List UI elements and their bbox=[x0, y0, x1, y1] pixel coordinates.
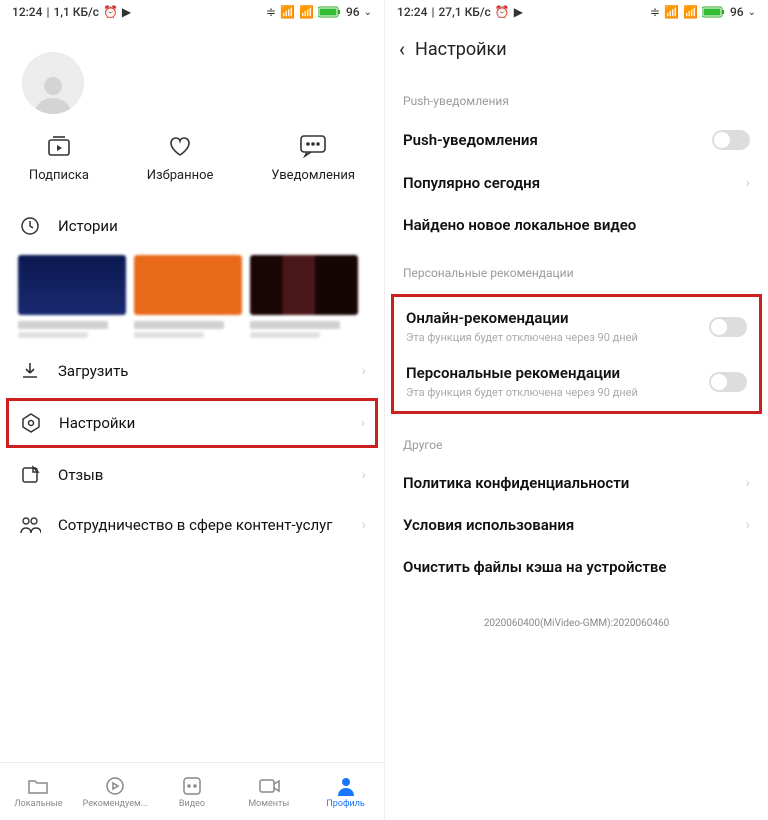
notifications-action[interactable]: Уведомления bbox=[271, 132, 355, 183]
alarm-icon: ⏰ bbox=[103, 5, 118, 19]
tab-profile[interactable]: Профиль bbox=[307, 763, 384, 820]
chevron-right-icon: › bbox=[362, 467, 366, 483]
status-bar-2: 12:24 | 27,1 КБ/с ⏰ ▶ ≑ 📶 📶 96 ⌄ bbox=[385, 0, 768, 24]
profile-screen: 12:24 | 1,1 КБ/с ⏰ ▶ ≑ 📶 📶 96 ⌄ Подписка… bbox=[0, 0, 384, 820]
favorites-label: Избранное bbox=[147, 168, 214, 183]
expand-icon: ⌄ bbox=[748, 7, 756, 18]
status-time: 12:24 bbox=[12, 5, 42, 19]
page-title: Настройки bbox=[415, 39, 507, 60]
settings-icon bbox=[19, 413, 43, 433]
tab-local[interactable]: Локальные bbox=[0, 763, 77, 820]
chevron-right-icon: › bbox=[746, 475, 750, 491]
youtube-icon: ▶ bbox=[514, 5, 523, 19]
youtube-icon: ▶ bbox=[122, 5, 131, 19]
wifi-icon: ≑ bbox=[650, 5, 660, 19]
status-time: 12:24 bbox=[397, 5, 427, 19]
settings-header: ‹ Настройки bbox=[385, 24, 768, 74]
history-row[interactable]: Истории bbox=[0, 201, 384, 251]
battery-pct: 96 bbox=[730, 5, 744, 19]
online-toggle[interactable] bbox=[709, 317, 747, 337]
settings-screen: 12:24 | 27,1 КБ/с ⏰ ▶ ≑ 📶 📶 96 ⌄ ‹ Настр… bbox=[384, 0, 768, 820]
subscribe-label: Подписка bbox=[29, 168, 89, 183]
avatar[interactable] bbox=[22, 52, 84, 114]
found-row[interactable]: Найдено новое локальное видео bbox=[385, 204, 768, 246]
section-push: Push-уведомления bbox=[385, 74, 768, 118]
history-thumbs bbox=[0, 251, 384, 346]
tab-moments[interactable]: Моменты bbox=[230, 763, 307, 820]
heart-icon bbox=[166, 132, 194, 160]
net-speed: 27,1 КБ/с bbox=[438, 5, 490, 19]
privacy-row[interactable]: Политика конфиденциальности › bbox=[385, 462, 768, 504]
subscribe-action[interactable]: Подписка bbox=[29, 132, 89, 183]
section-other: Другое bbox=[385, 418, 768, 462]
cache-row[interactable]: Очистить файлы кэша на устройстве bbox=[385, 546, 768, 588]
tab-recommend[interactable]: Рекомендуем... bbox=[77, 763, 154, 820]
signal-icon-2: 📶 bbox=[683, 5, 698, 19]
favorites-action[interactable]: Избранное bbox=[147, 132, 214, 183]
clock-icon bbox=[18, 216, 42, 236]
push-toggle[interactable] bbox=[712, 130, 750, 150]
thumb-3[interactable] bbox=[250, 255, 358, 338]
section-personal: Персональные рекомендации bbox=[385, 246, 768, 290]
folder-icon bbox=[27, 775, 49, 797]
subscribe-icon bbox=[45, 132, 73, 160]
alarm-icon: ⏰ bbox=[495, 5, 510, 19]
tab-video[interactable]: Видео bbox=[154, 763, 231, 820]
notifications-label: Уведомления bbox=[271, 168, 355, 183]
back-icon[interactable]: ‹ bbox=[399, 37, 405, 61]
online-rec-row[interactable]: Онлайн-рекомендации Эта функция будет от… bbox=[394, 299, 759, 354]
personal-toggle[interactable] bbox=[709, 372, 747, 392]
popular-row[interactable]: Популярно сегодня › bbox=[385, 162, 768, 204]
wifi-icon: ≑ bbox=[266, 5, 276, 19]
expand-icon: ⌄ bbox=[364, 7, 372, 18]
signal-icon: 📶 bbox=[280, 5, 295, 19]
user-icon bbox=[337, 775, 355, 797]
feedback-icon bbox=[18, 465, 42, 485]
signal-icon-2: 📶 bbox=[299, 5, 314, 19]
push-row[interactable]: Push-уведомления bbox=[385, 118, 768, 162]
battery-icon bbox=[702, 6, 726, 18]
net-speed: 1,1 КБ/с bbox=[53, 5, 99, 19]
highlight-box: Онлайн-рекомендации Эта функция будет от… bbox=[391, 294, 762, 414]
chevron-right-icon: › bbox=[362, 363, 366, 379]
battery-icon bbox=[318, 6, 342, 18]
battery-pct: 96 bbox=[346, 5, 360, 19]
terms-row[interactable]: Условия использования › bbox=[385, 504, 768, 546]
chevron-right-icon: › bbox=[361, 415, 365, 431]
personal-rec-row[interactable]: Персональные рекомендации Эта функция бу… bbox=[394, 354, 759, 409]
feedback-row[interactable]: Отзыв › bbox=[0, 450, 384, 500]
build-string: 2020060400(MiVideo-GMM):2020060460 bbox=[385, 588, 768, 659]
chevron-right-icon: › bbox=[746, 175, 750, 191]
status-bar: 12:24 | 1,1 КБ/с ⏰ ▶ ≑ 📶 📶 96 ⌄ bbox=[0, 0, 384, 24]
chevron-right-icon: › bbox=[362, 517, 366, 533]
settings-row[interactable]: Настройки › bbox=[6, 398, 378, 448]
partner-row[interactable]: Сотрудничество в сфере контент-услуг › bbox=[0, 500, 384, 550]
download-icon bbox=[18, 361, 42, 381]
tab-bar: Локальные Рекомендуем... Видео Моменты П… bbox=[0, 762, 384, 820]
chevron-right-icon: › bbox=[746, 517, 750, 533]
signal-icon: 📶 bbox=[664, 5, 679, 19]
message-icon bbox=[299, 132, 327, 160]
users-icon bbox=[18, 515, 42, 535]
camera-icon bbox=[258, 775, 280, 797]
play-circle-icon bbox=[105, 775, 125, 797]
thumb-2[interactable] bbox=[134, 255, 242, 338]
thumb-1[interactable] bbox=[18, 255, 126, 338]
action-row: Подписка Избранное Уведомления bbox=[0, 124, 384, 201]
download-row[interactable]: Загрузить › bbox=[0, 346, 384, 396]
grid-icon bbox=[182, 775, 202, 797]
